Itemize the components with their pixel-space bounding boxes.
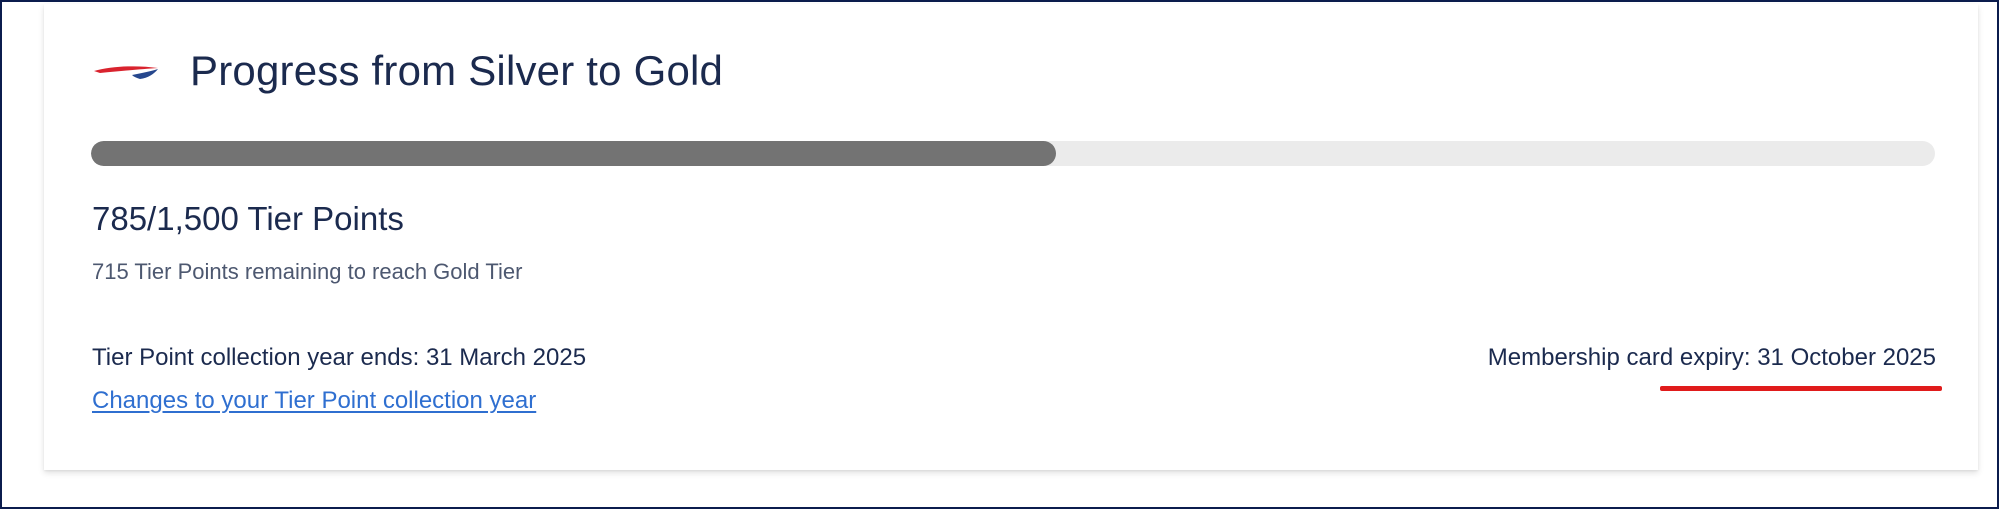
tier-points-remaining: 715 Tier Points remaining to reach Gold … [92,259,523,284]
tier-progress-card: Progress from Silver to Gold 785/1,500 T… [44,4,1978,470]
expiry-highlight-underline [1660,386,1942,391]
card-header: Progress from Silver to Gold [92,36,723,106]
page-title: Progress from Silver to Gold [190,47,724,94]
tier-progress-bar [91,141,1935,166]
speedmarque-logo-icon [94,66,158,79]
membership-card-expiry: Membership card expiry: 31 October 2025 [1487,344,1936,371]
tier-points-count: 785/1,500 Tier Points [92,200,404,237]
window-frame: Progress from Silver to Gold 785/1,500 T… [0,0,1999,509]
collection-year-changes-link[interactable]: Changes to your Tier Point collection ye… [92,387,536,415]
collection-year-end: Tier Point collection year ends: 31 Marc… [92,344,587,371]
tier-progress-fill [91,141,1056,166]
